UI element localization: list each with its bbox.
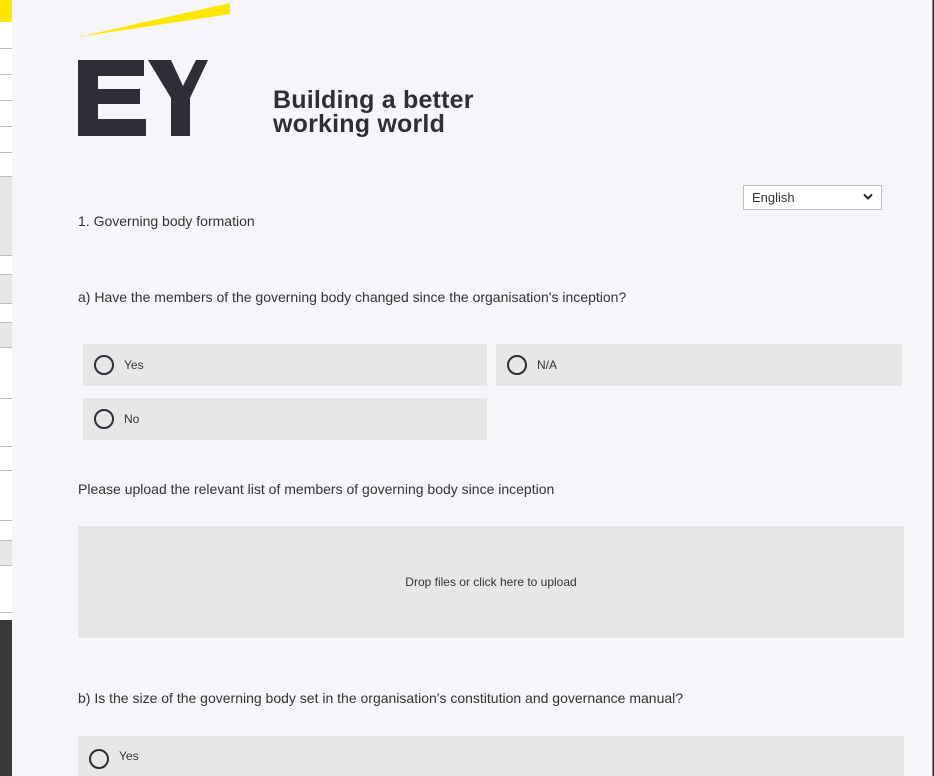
ey-logo: Building a better working world <box>78 0 473 150</box>
background-row-line <box>0 520 12 521</box>
option-a-na[interactable]: N/A <box>496 344 902 386</box>
background-header-band <box>0 176 12 256</box>
language-select[interactable]: English <box>743 185 882 210</box>
background-row-line <box>0 48 12 49</box>
background-dark-panel <box>0 620 12 776</box>
background-row-line <box>0 470 12 471</box>
tagline-line-1: Building a better <box>273 86 474 114</box>
option-label: No <box>124 412 140 426</box>
section-title: 1. Governing body formation <box>78 213 255 229</box>
option-label: Yes <box>119 749 139 763</box>
background-row-line <box>0 398 12 399</box>
radio-icon[interactable] <box>94 409 114 429</box>
option-label: N/A <box>537 358 558 372</box>
background-row-band <box>0 274 12 304</box>
background-row-line <box>0 74 12 75</box>
background-row-band <box>0 322 12 348</box>
background-page-edge <box>0 0 12 620</box>
language-select-value: English <box>752 190 795 205</box>
option-a-yes[interactable]: Yes <box>83 344 487 386</box>
option-b-yes[interactable]: Yes <box>78 736 904 776</box>
radio-icon[interactable] <box>94 355 114 375</box>
radio-icon[interactable] <box>89 749 109 769</box>
background-row-line <box>0 100 12 101</box>
background-row-line <box>0 152 12 153</box>
dialog-border <box>932 0 933 776</box>
dropzone-label: Drop files or click here to upload <box>405 575 577 589</box>
background-row-band <box>0 540 12 566</box>
chevron-down-icon <box>863 193 873 200</box>
question-a-text: a) Have the members of the governing bod… <box>78 289 627 305</box>
option-a-no[interactable]: No <box>83 398 487 440</box>
background-row-line <box>0 612 12 613</box>
upload-prompt: Please upload the relevant list of membe… <box>78 481 555 497</box>
questionnaire-dialog: Building a better working world English … <box>12 0 933 776</box>
file-upload-dropzone[interactable]: Drop files or click here to upload <box>78 526 904 638</box>
background-yellow-bar <box>0 0 12 22</box>
radio-icon[interactable] <box>507 355 527 375</box>
background-row-line <box>0 446 12 447</box>
tagline-line-2: working world <box>273 110 446 138</box>
ey-tagline: Building a better working world <box>273 86 474 138</box>
background-row-line <box>0 126 12 127</box>
option-label: Yes <box>124 358 144 372</box>
question-b-text: b) Is the size of the governing body set… <box>78 690 684 706</box>
